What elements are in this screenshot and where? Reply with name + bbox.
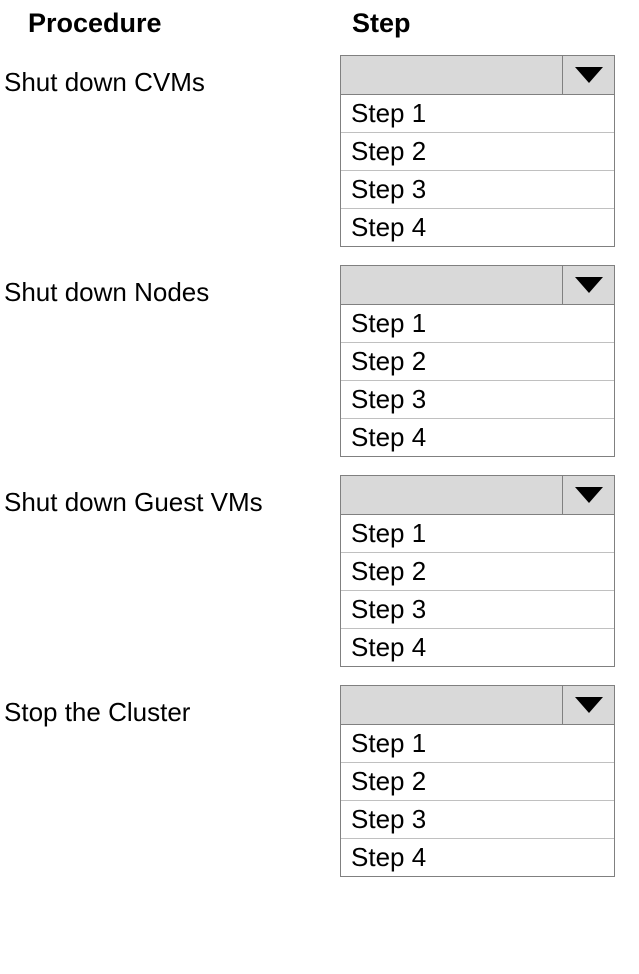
procedure-label: Shut down CVMs: [0, 55, 340, 265]
step-cell: Step 1 Step 2 Step 3 Step 4: [340, 55, 639, 265]
step-cell: Step 1 Step 2 Step 3 Step 4: [340, 685, 639, 895]
dropdown-option[interactable]: Step 1: [341, 725, 614, 763]
step-dropdown: Step 1 Step 2 Step 3 Step 4: [340, 475, 615, 667]
dropdown-list: Step 1 Step 2 Step 3 Step 4: [340, 95, 615, 247]
dropdown-option[interactable]: Step 2: [341, 343, 614, 381]
procedure-label: Shut down Nodes: [0, 265, 340, 475]
dropdown-list: Step 1 Step 2 Step 3 Step 4: [340, 515, 615, 667]
step-cell: Step 1 Step 2 Step 3 Step 4: [340, 265, 639, 475]
dropdown-option[interactable]: Step 1: [341, 95, 614, 133]
dropdown-button[interactable]: [340, 685, 615, 725]
dropdown-option[interactable]: Step 2: [341, 763, 614, 801]
step-cell: Step 1 Step 2 Step 3 Step 4: [340, 475, 639, 685]
dropdown-button[interactable]: [340, 475, 615, 515]
procedure-label: Shut down Guest VMs: [0, 475, 340, 685]
dropdown-option[interactable]: Step 3: [341, 591, 614, 629]
dropdown-button[interactable]: [340, 265, 615, 305]
dropdown-option[interactable]: Step 3: [341, 801, 614, 839]
column-header-step: Step: [340, 0, 639, 55]
dropdown-option[interactable]: Step 3: [341, 381, 614, 419]
dropdown-option[interactable]: Step 2: [341, 133, 614, 171]
procedure-step-table: Procedure Step Shut down CVMs Step 1 Ste…: [0, 0, 639, 895]
dropdown-arrow-wrap: [562, 686, 614, 724]
dropdown-arrow-wrap: [562, 56, 614, 94]
dropdown-option[interactable]: Step 1: [341, 305, 614, 343]
dropdown-arrow-wrap: [562, 266, 614, 304]
dropdown-list: Step 1 Step 2 Step 3 Step 4: [340, 305, 615, 457]
dropdown-option[interactable]: Step 4: [341, 839, 614, 876]
chevron-down-icon: [575, 67, 603, 83]
chevron-down-icon: [575, 277, 603, 293]
dropdown-option[interactable]: Step 2: [341, 553, 614, 591]
chevron-down-icon: [575, 697, 603, 713]
chevron-down-icon: [575, 487, 603, 503]
dropdown-option[interactable]: Step 4: [341, 419, 614, 456]
procedure-label: Stop the Cluster: [0, 685, 340, 895]
dropdown-option[interactable]: Step 4: [341, 209, 614, 246]
dropdown-list: Step 1 Step 2 Step 3 Step 4: [340, 725, 615, 877]
dropdown-button[interactable]: [340, 55, 615, 95]
dropdown-arrow-wrap: [562, 476, 614, 514]
dropdown-option[interactable]: Step 3: [341, 171, 614, 209]
step-dropdown: Step 1 Step 2 Step 3 Step 4: [340, 685, 615, 877]
dropdown-option[interactable]: Step 1: [341, 515, 614, 553]
step-dropdown: Step 1 Step 2 Step 3 Step 4: [340, 265, 615, 457]
column-header-procedure: Procedure: [0, 0, 340, 55]
step-dropdown: Step 1 Step 2 Step 3 Step 4: [340, 55, 615, 247]
dropdown-option[interactable]: Step 4: [341, 629, 614, 666]
